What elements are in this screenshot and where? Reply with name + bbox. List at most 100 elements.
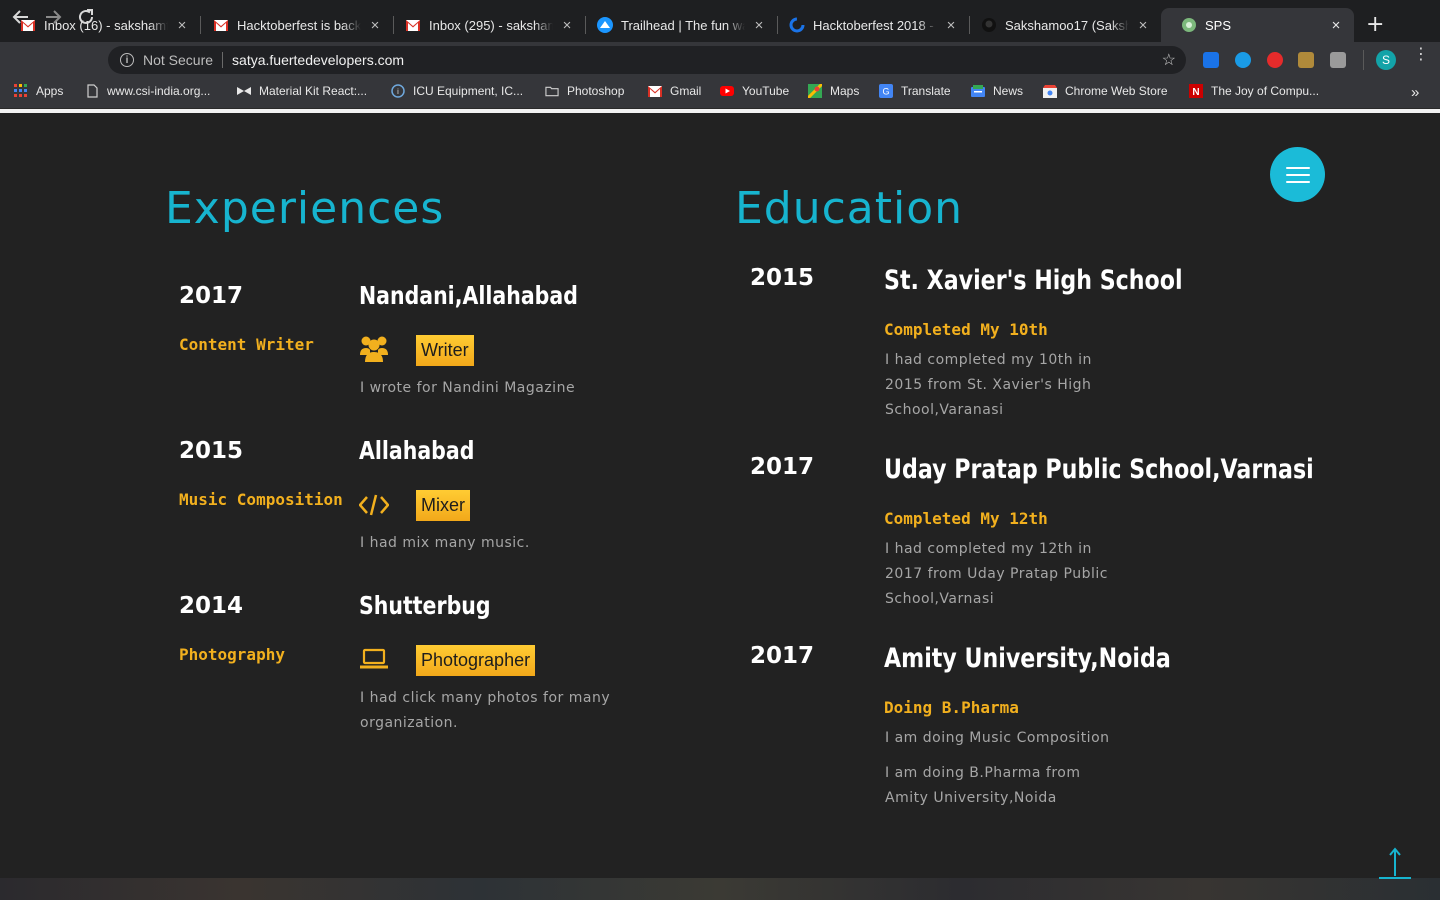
- experience-role: Music Composition: [179, 490, 343, 509]
- education-year: 2015: [750, 265, 815, 291]
- extension-icon[interactable]: [1267, 52, 1283, 68]
- description-line: organization.: [360, 715, 458, 731]
- bookmark-youtube[interactable]: YouTube: [720, 84, 789, 98]
- experience-year: 2015: [179, 438, 244, 464]
- tab-hacktoberfest[interactable]: Hacktoberfest 2018 - I ×: [769, 8, 969, 42]
- icu-icon: i: [391, 84, 405, 98]
- bookmark-joy-of-computing[interactable]: N The Joy of Compu...: [1189, 84, 1319, 98]
- bookmark-photoshop[interactable]: Photoshop: [545, 84, 624, 98]
- education-extra: I am doing Music Composition: [885, 730, 1110, 746]
- description-line: School,Varnasi: [885, 591, 995, 607]
- education-description: I am doing B.Pharma from Amity Universit…: [885, 761, 1081, 811]
- close-tab-icon[interactable]: ×: [559, 17, 575, 34]
- education-school: Uday Pratap Public School,Varnasi: [884, 454, 1314, 485]
- experiences-title: Experiences: [165, 183, 445, 234]
- new-tab-button[interactable]: +: [1366, 12, 1384, 37]
- security-label: Not Secure: [143, 52, 214, 68]
- bookmark-star-icon[interactable]: ☆: [1162, 50, 1176, 70]
- hamburger-line: [1285, 166, 1310, 169]
- bookmark-label: News: [993, 84, 1024, 98]
- description-line: School,Varanasi: [885, 402, 1004, 418]
- youtube-icon: [720, 84, 734, 98]
- extension-icon[interactable]: [1330, 52, 1346, 68]
- svg-text:G: G: [882, 87, 889, 97]
- close-tab-icon[interactable]: ×: [751, 17, 767, 34]
- bookmark-translate[interactable]: G Translate: [879, 84, 951, 98]
- bookmark-label: Translate: [901, 84, 951, 98]
- news-icon: [971, 84, 985, 98]
- tab-gmail-inbox-295[interactable]: Inbox (295) - saksham ×: [385, 8, 585, 42]
- bookmark-material-kit[interactable]: Material Kit React:...: [237, 84, 367, 98]
- education-status: Doing B.Pharma: [884, 698, 1019, 717]
- education-title: Education: [735, 183, 964, 234]
- bookmark-label: YouTube: [742, 84, 790, 98]
- page-icon: [85, 84, 99, 98]
- trailhead-icon: [597, 17, 613, 33]
- bookmark-icu-equipment[interactable]: i ICU Equipment, IC...: [391, 84, 523, 98]
- gmail-icon: [648, 84, 662, 98]
- nptel-icon: N: [1189, 84, 1203, 98]
- close-tab-icon[interactable]: ×: [174, 17, 190, 34]
- experience-year: 2017: [179, 283, 244, 309]
- tab-sps-active[interactable]: SPS ×: [1161, 8, 1354, 42]
- scroll-to-top-button[interactable]: [1378, 846, 1412, 880]
- bookmark-maps[interactable]: Maps: [808, 84, 859, 98]
- code-icon: [358, 494, 390, 520]
- tab-title: Inbox (16) - sakshamfu: [44, 17, 168, 33]
- description-line: I had completed my 12th in: [885, 541, 1092, 557]
- bookmark-label: Photoshop: [567, 84, 625, 98]
- tab-title: SPS: [1205, 17, 1232, 33]
- close-tab-icon[interactable]: ×: [1135, 17, 1151, 34]
- experience-description: I had click many photos for many organiz…: [360, 686, 610, 736]
- close-tab-icon[interactable]: ×: [1328, 17, 1344, 34]
- arrow-left-icon: [12, 10, 28, 24]
- tab-github[interactable]: Sakshamoo17 (Saksha ×: [961, 8, 1161, 42]
- tab-gmail-inbox-16[interactable]: Inbox (16) - sakshamfu ×: [0, 8, 200, 42]
- education-description: I had completed my 12th in 2017 from Uda…: [885, 537, 1108, 612]
- tab-gmail-hacktoberfest[interactable]: Hacktoberfest is back, ×: [193, 8, 393, 42]
- bookmark-news[interactable]: News: [971, 84, 1023, 98]
- description-line: 2015 from St. Xavier's High: [885, 377, 1092, 393]
- extension-icon[interactable]: [1298, 52, 1314, 68]
- users-icon: [359, 334, 389, 366]
- hacktoberfest-icon: [789, 17, 805, 33]
- divider: [1363, 50, 1364, 70]
- bookmark-chrome-web-store[interactable]: Chrome Web Store: [1043, 84, 1168, 98]
- reload-button[interactable]: [77, 8, 95, 31]
- extension-icon[interactable]: [1203, 52, 1219, 68]
- bookmark-label: Gmail: [670, 84, 702, 98]
- bookmark-csi-india[interactable]: www.csi-india.org...: [85, 84, 210, 98]
- url-text[interactable]: satya.fuertedevelopers.com: [232, 52, 404, 68]
- close-tab-icon[interactable]: ×: [367, 17, 383, 34]
- experience-place: Shutterbug: [359, 591, 491, 620]
- bookmark-apps[interactable]: Apps: [14, 84, 63, 98]
- education-school: St. Xavier's High School: [884, 265, 1183, 296]
- tab-trailhead[interactable]: Trailhead | The fun wa ×: [577, 8, 777, 42]
- reload-icon: [79, 9, 93, 24]
- hamburger-line: [1285, 180, 1310, 183]
- profile-avatar[interactable]: S: [1376, 50, 1396, 70]
- bookmarks-overflow-button[interactable]: »: [1411, 84, 1419, 101]
- education-year: 2017: [750, 454, 815, 480]
- back-button[interactable]: [12, 8, 30, 31]
- footer-image-strip: [0, 878, 1440, 900]
- bookmark-gmail[interactable]: Gmail: [648, 84, 701, 98]
- forward-button[interactable]: [44, 8, 62, 31]
- menu-kebab-icon[interactable]: ⋮: [1413, 46, 1429, 62]
- experience-year: 2014: [179, 593, 244, 619]
- close-tab-icon[interactable]: ×: [943, 17, 959, 34]
- tab-title: Hacktoberfest 2018 - I: [813, 17, 937, 33]
- extension-icon[interactable]: [1235, 52, 1251, 68]
- translate-icon: G: [879, 84, 893, 98]
- experience-description: I had mix many music.: [360, 535, 530, 551]
- info-icon[interactable]: i: [120, 53, 134, 67]
- material-kit-icon: [237, 84, 251, 98]
- apps-grid-icon: [14, 84, 28, 98]
- bookmark-label: www.csi-india.org...: [107, 84, 211, 98]
- experience-place: Nandani,Allahabad: [359, 281, 578, 310]
- hamburger-line: [1285, 173, 1310, 176]
- experience-place: Allahabad: [359, 436, 475, 465]
- address-bar[interactable]: i Not Secure satya.fuertedevelopers.com …: [108, 46, 1186, 74]
- hamburger-menu-button[interactable]: [1270, 147, 1325, 202]
- bookmark-label: Material Kit React:...: [259, 84, 368, 98]
